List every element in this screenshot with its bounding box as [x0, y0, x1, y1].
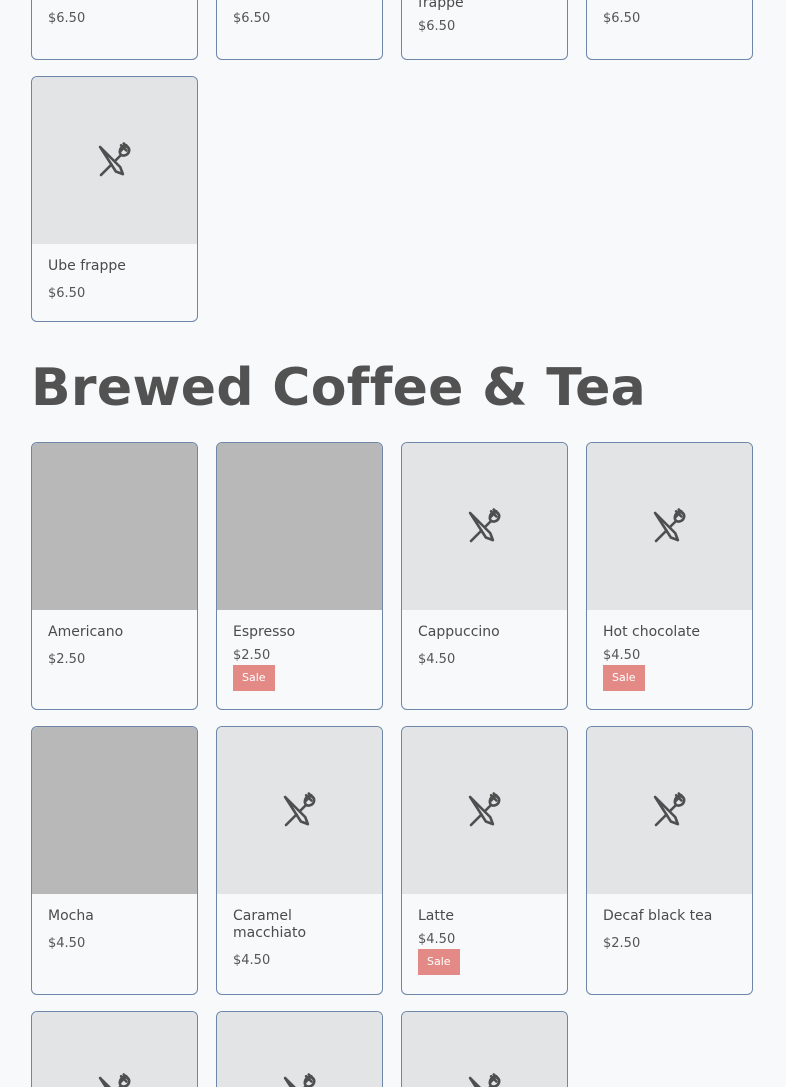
- product-price: $2.50: [233, 648, 271, 663]
- product-price: $2.50: [603, 936, 641, 951]
- product-card[interactable]: Espresso $2.50 Sale: [216, 442, 383, 710]
- fork-knife-icon: [279, 1071, 321, 1087]
- sale-badge: Sale: [418, 949, 460, 975]
- sale-badge: Sale: [603, 665, 645, 691]
- product-card[interactable]: [31, 1011, 198, 1087]
- fork-knife-icon: [649, 506, 691, 548]
- product-image-placeholder: [402, 443, 567, 610]
- product-name: Cappuccino: [418, 624, 500, 640]
- product-price: $4.50: [418, 652, 456, 667]
- product-image-placeholder: [32, 77, 197, 244]
- product-card[interactable]: Ube frappe $6.50: [31, 76, 198, 322]
- fork-knife-icon: [649, 790, 691, 832]
- product-price: $4.50: [603, 648, 641, 663]
- product-card[interactable]: $6.50: [31, 0, 198, 60]
- product-name: Americano: [48, 624, 124, 640]
- product-card[interactable]: frappe $6.50: [401, 0, 568, 60]
- product-card[interactable]: Latte $4.50 Sale: [401, 726, 568, 995]
- product-image: [32, 727, 197, 894]
- product-card[interactable]: Hot chocolate $4.50 Sale: [586, 442, 753, 710]
- product-card[interactable]: [216, 1011, 383, 1087]
- product-name: Decaf black tea: [603, 908, 713, 924]
- product-price: $6.50: [48, 11, 86, 26]
- product-image-placeholder: [32, 1012, 197, 1087]
- product-card[interactable]: Mocha $4.50: [31, 726, 198, 995]
- product-image-placeholder: [217, 1012, 382, 1087]
- product-name: Latte: [418, 908, 454, 924]
- product-image-placeholder: [587, 443, 752, 610]
- fork-knife-icon: [464, 790, 506, 832]
- fork-knife-icon: [464, 1071, 506, 1087]
- product-card[interactable]: Caramel macchiato $4.50: [216, 726, 383, 995]
- product-name: Mocha: [48, 908, 94, 924]
- fork-knife-icon: [464, 506, 506, 548]
- product-name: Espresso: [233, 624, 296, 640]
- product-name: Hot chocolate: [603, 624, 701, 640]
- product-price: $4.50: [233, 953, 271, 968]
- product-price: $2.50: [48, 652, 86, 667]
- product-card[interactable]: Americano $2.50: [31, 442, 198, 710]
- product-name: Caramel macchiato: [233, 908, 307, 941]
- fork-knife-icon: [279, 790, 321, 832]
- product-price: $4.50: [48, 936, 86, 951]
- product-price: $6.50: [603, 11, 641, 26]
- product-image-placeholder: [402, 727, 567, 894]
- product-card[interactable]: Decaf black tea $2.50: [586, 726, 753, 995]
- product-image-placeholder: [402, 1012, 567, 1087]
- product-price: $6.50: [233, 11, 271, 26]
- product-image: [32, 443, 197, 610]
- section-title: Brewed Coffee & Tea: [31, 358, 647, 418]
- product-price: $4.50: [418, 932, 456, 947]
- product-price: $6.50: [48, 286, 86, 301]
- product-card[interactable]: [401, 1011, 568, 1087]
- product-image-placeholder: [217, 727, 382, 894]
- product-card[interactable]: $6.50: [216, 0, 383, 60]
- product-name: Ube frappe: [48, 258, 126, 274]
- fork-knife-icon: [94, 140, 136, 182]
- product-name: frappe: [418, 0, 464, 11]
- product-card[interactable]: $6.50: [586, 0, 753, 60]
- product-image: [217, 443, 382, 610]
- product-card[interactable]: Cappuccino $4.50: [401, 442, 568, 710]
- sale-badge: Sale: [233, 665, 275, 691]
- fork-knife-icon: [94, 1071, 136, 1087]
- product-price: $6.50: [418, 19, 456, 34]
- product-image-placeholder: [587, 727, 752, 894]
